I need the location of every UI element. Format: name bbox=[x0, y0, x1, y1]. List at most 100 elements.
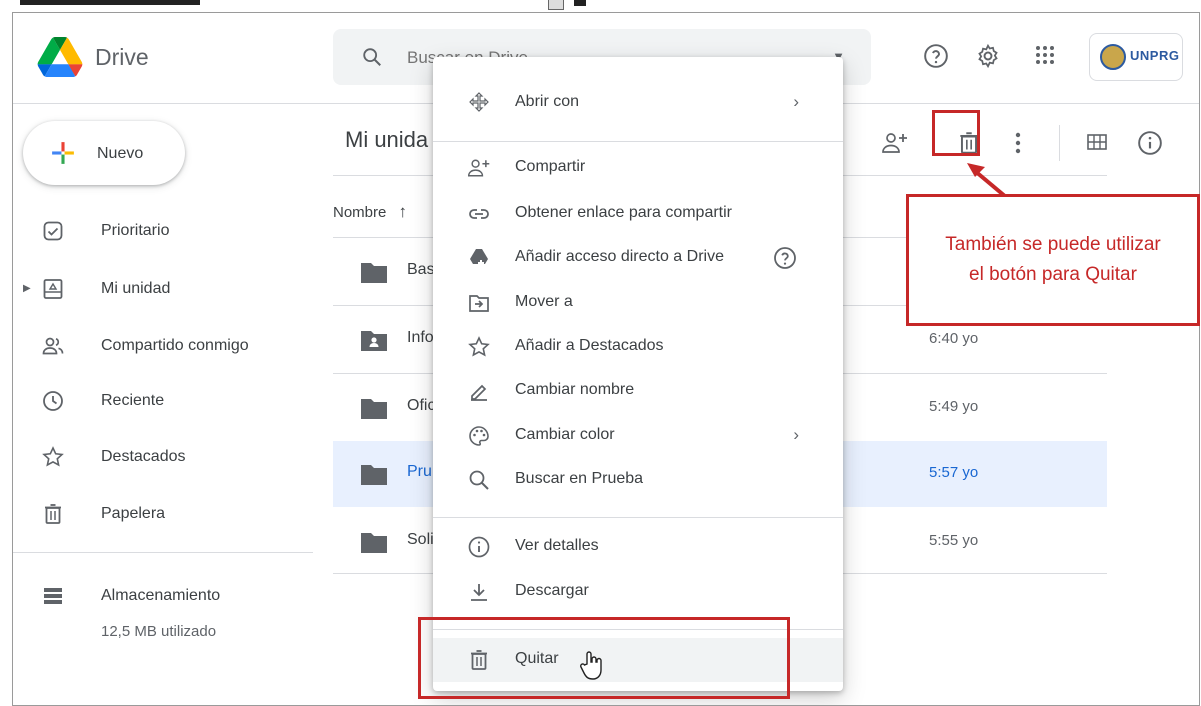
info-icon[interactable] bbox=[1137, 130, 1163, 156]
file-modified-time: 5:49 yo bbox=[929, 398, 979, 415]
star-icon bbox=[42, 446, 64, 467]
menu-item-move-to[interactable]: Mover a bbox=[433, 281, 843, 325]
column-header-name[interactable]: Nombre ↑ bbox=[333, 202, 407, 222]
sidebar-divider bbox=[13, 552, 313, 553]
open-with-icon bbox=[469, 92, 489, 112]
sidebar-item-label: Destacados bbox=[101, 448, 186, 465]
menu-separator bbox=[433, 141, 843, 142]
star-icon bbox=[468, 336, 490, 357]
annotation-line-2: el botón para Quitar bbox=[969, 264, 1137, 285]
submenu-chevron-icon: › bbox=[793, 92, 799, 111]
sort-arrow-up-icon[interactable]: ↑ bbox=[399, 202, 408, 221]
info-icon bbox=[468, 536, 490, 558]
share-person-add-icon[interactable] bbox=[881, 130, 909, 156]
sidebar-item-label: Almacenamiento bbox=[101, 587, 221, 604]
menu-item-label: Añadir acceso directo a Drive bbox=[515, 248, 724, 265]
pencil-icon bbox=[471, 384, 487, 401]
menu-item-label: Descargar bbox=[515, 582, 589, 599]
file-name: Pru bbox=[407, 463, 432, 480]
new-button[interactable]: Nuevo bbox=[23, 121, 185, 185]
drive-logo-icon[interactable] bbox=[37, 37, 83, 77]
breadcrumb-title[interactable]: Mi unida bbox=[345, 127, 428, 153]
sidebar-item-label: Prioritario bbox=[101, 222, 170, 239]
menu-item-label: Compartir bbox=[515, 158, 586, 175]
storage-used-text: 12,5 MB utilizado bbox=[101, 623, 217, 640]
drive-window: Drive ▼ UNPRG bbox=[12, 12, 1200, 706]
settings-gear-icon[interactable] bbox=[975, 43, 1001, 69]
column-header-label: Nombre bbox=[333, 204, 387, 221]
menu-item-rename[interactable]: Cambiar nombre bbox=[433, 369, 843, 413]
account-button[interactable]: UNPRG bbox=[1089, 33, 1183, 81]
folder-icon bbox=[361, 533, 387, 553]
grid-view-icon[interactable] bbox=[1085, 130, 1109, 154]
university-seal-icon bbox=[1100, 44, 1126, 70]
file-name: Bas bbox=[407, 261, 435, 278]
move-to-folder-icon bbox=[469, 295, 489, 312]
sidebar-item-compartido[interactable]: Compartido conmigo bbox=[13, 326, 313, 366]
menu-item-search-in[interactable]: Buscar en Prueba bbox=[433, 458, 843, 502]
sidebar-item-prioritario[interactable]: Prioritario bbox=[13, 211, 313, 251]
clock-icon bbox=[43, 391, 63, 411]
apps-grid-icon[interactable] bbox=[1033, 43, 1057, 67]
app-name: Drive bbox=[95, 44, 149, 70]
help-circle-icon[interactable] bbox=[923, 43, 949, 69]
plus-multicolor-icon bbox=[52, 142, 74, 164]
sidebar-item-reciente[interactable]: Reciente bbox=[13, 381, 313, 421]
file-modified-time: 6:40 yo bbox=[929, 330, 979, 347]
sidebar-item-destacados[interactable]: Destacados bbox=[13, 437, 313, 477]
menu-item-share[interactable]: Compartir bbox=[433, 146, 843, 190]
remove-item-highlight bbox=[418, 617, 790, 699]
context-menu: Abrir con › Compartir Obtener enlace par… bbox=[433, 57, 843, 691]
menu-item-label: Cambiar nombre bbox=[515, 381, 635, 398]
sidebar-item-label: Mi unidad bbox=[101, 280, 171, 297]
sidebar-item-mi-unidad[interactable]: ▶ Mi unidad bbox=[13, 269, 313, 309]
sidebar-item-label: Papelera bbox=[101, 505, 166, 522]
sidebar-item-papelera[interactable]: Papelera bbox=[13, 494, 313, 534]
menu-item-label: Añadir a Destacados bbox=[515, 337, 664, 354]
submenu-chevron-icon: › bbox=[793, 425, 799, 444]
file-name: Soli bbox=[407, 531, 434, 548]
folder-icon bbox=[361, 399, 387, 419]
annotation-callout: También se puede utilizar el botón para … bbox=[906, 194, 1200, 326]
menu-item-label: Cambiar color bbox=[515, 426, 615, 443]
file-name: Ofic bbox=[407, 397, 436, 414]
expand-arrow-icon[interactable]: ▶ bbox=[23, 283, 31, 294]
help-circle-icon[interactable] bbox=[773, 246, 797, 270]
share-person-add-icon bbox=[467, 159, 490, 177]
cropped-text-fragment bbox=[20, 0, 200, 5]
menu-item-label: Buscar en Prueba bbox=[515, 470, 644, 487]
download-icon bbox=[471, 584, 487, 601]
menu-separator bbox=[433, 517, 843, 518]
menu-item-download[interactable]: Descargar bbox=[433, 570, 843, 614]
file-modified-time: 5:57 yo bbox=[929, 464, 979, 481]
more-vert-icon[interactable] bbox=[1011, 130, 1025, 156]
annotation-line-1: También se puede utilizar bbox=[945, 234, 1161, 255]
folder-icon bbox=[361, 465, 387, 485]
search-icon bbox=[469, 470, 489, 490]
my-drive-icon bbox=[43, 279, 63, 299]
menu-item-label: Ver detalles bbox=[515, 537, 599, 554]
menu-item-open-with[interactable]: Abrir con › bbox=[433, 81, 843, 125]
account-label: UNPRG bbox=[1130, 48, 1180, 63]
drive-shortcut-icon bbox=[470, 249, 488, 266]
menu-item-view-details[interactable]: Ver detalles bbox=[433, 525, 843, 569]
menu-item-label: Abrir con bbox=[515, 93, 580, 110]
menu-item-label: Obtener enlace para compartir bbox=[515, 204, 732, 221]
menu-item-add-starred[interactable]: Añadir a Destacados bbox=[433, 325, 843, 369]
shared-folder-icon bbox=[361, 331, 387, 351]
trash-icon bbox=[45, 504, 61, 524]
priority-check-icon bbox=[43, 221, 63, 241]
cropped-text-fragment bbox=[574, 0, 586, 6]
sidebar-item-almacenamiento[interactable]: Almacenamiento bbox=[13, 576, 313, 616]
file-modified-time: 5:55 yo bbox=[929, 532, 979, 549]
search-icon[interactable] bbox=[361, 46, 383, 68]
menu-item-change-color[interactable]: Cambiar color › bbox=[433, 414, 843, 458]
menu-item-add-shortcut[interactable]: Añadir acceso directo a Drive bbox=[433, 236, 843, 280]
file-name: Info bbox=[407, 329, 434, 346]
shared-people-icon bbox=[42, 337, 64, 355]
sidebar-item-label: Reciente bbox=[101, 392, 165, 409]
storage-icon bbox=[44, 588, 62, 604]
folder-icon bbox=[361, 263, 387, 283]
sidebar-item-label: Compartido conmigo bbox=[101, 337, 249, 354]
menu-item-get-link[interactable]: Obtener enlace para compartir bbox=[433, 192, 843, 236]
